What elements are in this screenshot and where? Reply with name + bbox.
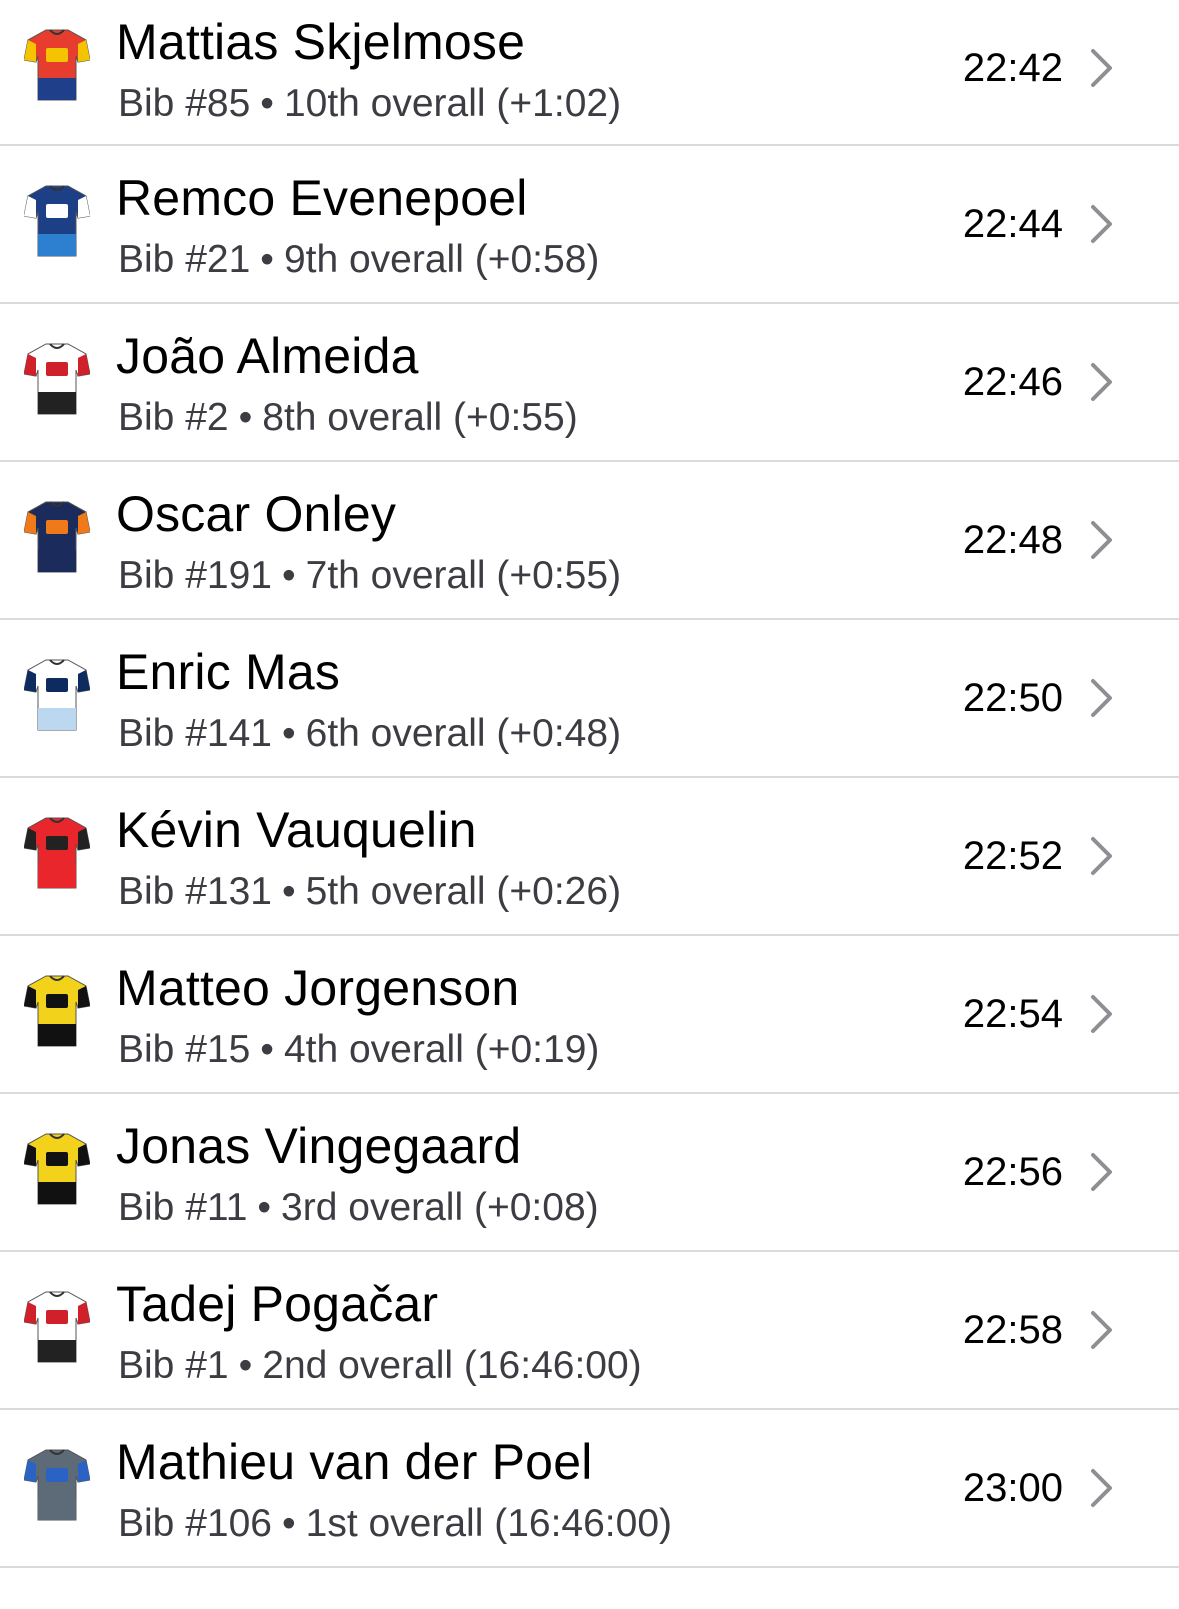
visma-jersey-icon bbox=[24, 1130, 90, 1208]
overall-standing: 10th overall (+1:02) bbox=[283, 82, 622, 125]
start-time: 22:44 bbox=[962, 202, 1063, 246]
bib-number: Bib #1 bbox=[118, 1344, 229, 1387]
chevron-right-icon bbox=[1089, 994, 1115, 1034]
uae-jersey-icon bbox=[24, 340, 90, 418]
rider-details: Bib #2 • 8th overall (+0:55) bbox=[118, 396, 578, 440]
separator-dot: • bbox=[281, 870, 296, 913]
bib-number: Bib #191 bbox=[118, 554, 272, 597]
separator-dot: • bbox=[281, 554, 296, 597]
bib-number: Bib #131 bbox=[118, 870, 272, 913]
rider-details: Bib #191 • 7th overall (+0:55) bbox=[118, 554, 621, 598]
rider-name: Matteo Jorgenson bbox=[116, 960, 520, 1016]
rider-row[interactable]: João Almeida Bib #2 • 8th overall (+0:55) … bbox=[0, 304, 1179, 462]
rider-row[interactable]: Kévin Vauquelin Bib #131 • 5th overall (+0… bbox=[0, 778, 1179, 936]
rider-row[interactable]: Mattias Skjelmose Bib #85 • 10th overall (… bbox=[0, 0, 1179, 146]
rider-name: Mattias Skjelmose bbox=[116, 14, 526, 70]
overall-standing: 8th overall (+0:55) bbox=[262, 396, 578, 439]
bib-number: Bib #11 bbox=[118, 1186, 248, 1229]
separator-dot: • bbox=[281, 712, 296, 755]
rider-row[interactable]: Oscar Onley Bib #191 • 7th overall (+0:55)… bbox=[0, 462, 1179, 620]
rider-name: Jonas Vingegaard bbox=[116, 1118, 522, 1174]
bib-number: Bib #2 bbox=[118, 396, 229, 439]
rider-row[interactable]: Remco Evenepoel Bib #21 • 9th overall (+0:… bbox=[0, 146, 1179, 304]
start-time: 22:58 bbox=[962, 1308, 1063, 1352]
separator-dot: • bbox=[260, 238, 274, 281]
overall-standing: 3rd overall (+0:08) bbox=[281, 1186, 599, 1229]
chevron-right-icon bbox=[1089, 204, 1115, 244]
chevron-right-icon bbox=[1089, 48, 1115, 88]
rider-details: Bib #106 • 1st overall (16:46:00) bbox=[118, 1502, 672, 1546]
visma-jersey-icon bbox=[24, 972, 90, 1050]
rider-name: Oscar Onley bbox=[116, 486, 397, 542]
bib-number: Bib #141 bbox=[118, 712, 272, 755]
start-time: 22:48 bbox=[962, 518, 1063, 562]
rider-details: Bib #11 • 3rd overall (+0:08) bbox=[118, 1186, 599, 1230]
lidl-trek-jersey-icon bbox=[24, 26, 90, 104]
bib-number: Bib #21 bbox=[118, 238, 251, 281]
uae-jersey-icon bbox=[24, 1288, 90, 1366]
rider-name: Tadej Pogačar bbox=[116, 1276, 439, 1332]
soudal-quickstep-jersey-icon bbox=[24, 182, 90, 260]
overall-standing: 9th overall (+0:58) bbox=[283, 238, 600, 281]
chevron-right-icon bbox=[1089, 836, 1115, 876]
rider-details: Bib #1 • 2nd overall (16:46:00) bbox=[118, 1344, 642, 1388]
separator-dot: • bbox=[257, 1186, 272, 1229]
separator-dot: • bbox=[281, 1502, 296, 1545]
chevron-right-icon bbox=[1089, 1152, 1115, 1192]
bib-number: Bib #106 bbox=[118, 1502, 272, 1545]
picnic-postnl-jersey-icon bbox=[24, 498, 90, 576]
rider-name: Kévin Vauquelin bbox=[116, 802, 477, 858]
separator-dot: • bbox=[260, 1028, 274, 1071]
separator-dot: • bbox=[238, 1344, 253, 1387]
rider-name: João Almeida bbox=[116, 328, 419, 384]
separator-dot: • bbox=[238, 396, 253, 439]
start-time: 22:52 bbox=[962, 834, 1063, 878]
rider-row[interactable]: Mathieu van der Poel Bib #106 • 1st overal… bbox=[0, 1410, 1179, 1568]
rider-row[interactable]: Matteo Jorgenson Bib #15 • 4th overall (+0… bbox=[0, 936, 1179, 1094]
overall-standing: 6th overall (+0:48) bbox=[305, 712, 622, 755]
rider-name: Enric Mas bbox=[116, 644, 341, 700]
overall-standing: 2nd overall (16:46:00) bbox=[262, 1344, 642, 1387]
overall-standing: 7th overall (+0:55) bbox=[305, 554, 622, 597]
rider-name: Remco Evenepoel bbox=[116, 170, 528, 226]
chevron-right-icon bbox=[1089, 678, 1115, 718]
overall-standing: 5th overall (+0:26) bbox=[305, 870, 622, 913]
rider-row[interactable]: Enric Mas Bib #141 • 6th overall (+0:48) 2… bbox=[0, 620, 1179, 778]
start-time: 22:46 bbox=[962, 360, 1063, 404]
start-time: 22:54 bbox=[962, 992, 1063, 1036]
rider-details: Bib #131 • 5th overall (+0:26) bbox=[118, 870, 621, 914]
separator-dot: • bbox=[260, 82, 274, 125]
bib-number: Bib #15 bbox=[118, 1028, 251, 1071]
rider-row[interactable]: Tadej Pogačar Bib #1 • 2nd overall (16:46:… bbox=[0, 1252, 1179, 1410]
chevron-right-icon bbox=[1089, 520, 1115, 560]
rider-details: Bib #21 • 9th overall (+0:58) bbox=[118, 238, 599, 282]
start-time: 23:00 bbox=[962, 1466, 1063, 1510]
bib-number: Bib #85 bbox=[118, 82, 251, 125]
rider-details: Bib #141 • 6th overall (+0:48) bbox=[118, 712, 621, 756]
rider-row[interactable]: Jonas Vingegaard Bib #11 • 3rd overall (+0… bbox=[0, 1094, 1179, 1252]
start-time: 22:42 bbox=[962, 46, 1063, 90]
rider-details: Bib #15 • 4th overall (+0:19) bbox=[118, 1028, 599, 1072]
start-time: 22:56 bbox=[962, 1150, 1063, 1194]
rider-name: Mathieu van der Poel bbox=[116, 1434, 593, 1490]
arkea-jersey-icon bbox=[24, 814, 90, 892]
rider-details: Bib #85 • 10th overall (+1:02) bbox=[118, 82, 621, 126]
alpecin-jersey-icon bbox=[24, 1446, 90, 1524]
start-time: 22:50 bbox=[962, 676, 1063, 720]
chevron-right-icon bbox=[1089, 1468, 1115, 1508]
overall-standing: 4th overall (+0:19) bbox=[283, 1028, 600, 1071]
rider-start-list: Mattias Skjelmose Bib #85 • 10th overall (… bbox=[0, 0, 1179, 1568]
overall-standing: 1st overall (16:46:00) bbox=[305, 1502, 672, 1545]
chevron-right-icon bbox=[1089, 362, 1115, 402]
movistar-jersey-icon bbox=[24, 656, 90, 734]
chevron-right-icon bbox=[1089, 1310, 1115, 1350]
